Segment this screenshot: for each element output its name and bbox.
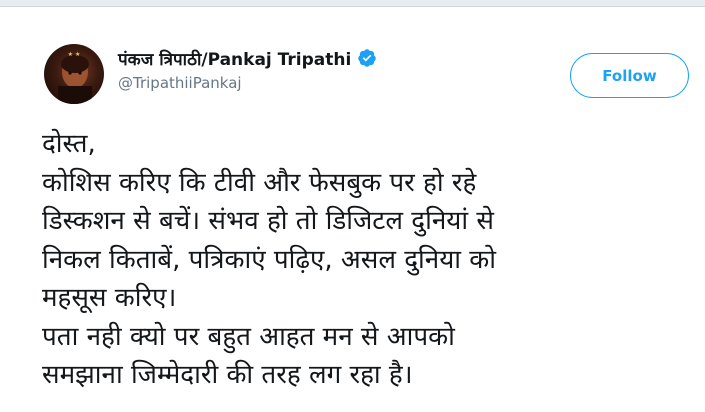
tweet-line: पता नही क्यो पर बहुत आहत मन से आपको xyxy=(42,321,455,352)
follow-button[interactable]: Follow xyxy=(570,53,689,98)
display-name[interactable]: पंकज त्रिपाठी/Pankaj Tripathi xyxy=(118,47,351,70)
tweet-line: निकल किताबें, पत्रिकाएं पढ़िए, असल दुनिय… xyxy=(42,244,496,275)
tweet-line: कोशिस करिए कि टीवी और फेसबुक पर हो रहे xyxy=(42,167,477,198)
verified-badge-icon xyxy=(357,48,377,68)
avatar-image: ★ ★ xyxy=(58,51,92,104)
top-divider xyxy=(0,0,705,7)
tweet-line: डिस्कशन से बचें। संभव हो तो डिजिटल दुनिय… xyxy=(42,206,494,236)
avatar[interactable]: ★ ★ xyxy=(44,44,104,104)
user-handle[interactable]: @TripathiiPankaj xyxy=(118,74,242,92)
tweet-text: दोस्त, कोशिस करिए कि टीवी और फेसबुक पर ह… xyxy=(42,125,682,395)
tweet-line: दोस्त, xyxy=(42,129,96,159)
user-name-row: पंकज त्रिपाठी/Pankaj Tripathi xyxy=(118,46,377,70)
tweet-card: ★ ★ पंकज त्रिपाठी/Pankaj Tripathi @Tripa… xyxy=(0,7,705,412)
tweet-line: महसूस करिए। xyxy=(42,283,177,313)
tweet-line: समझाना जिम्मेदारी की तरह लग रहा है। xyxy=(42,360,413,390)
svg-text:★ ★: ★ ★ xyxy=(68,51,81,58)
